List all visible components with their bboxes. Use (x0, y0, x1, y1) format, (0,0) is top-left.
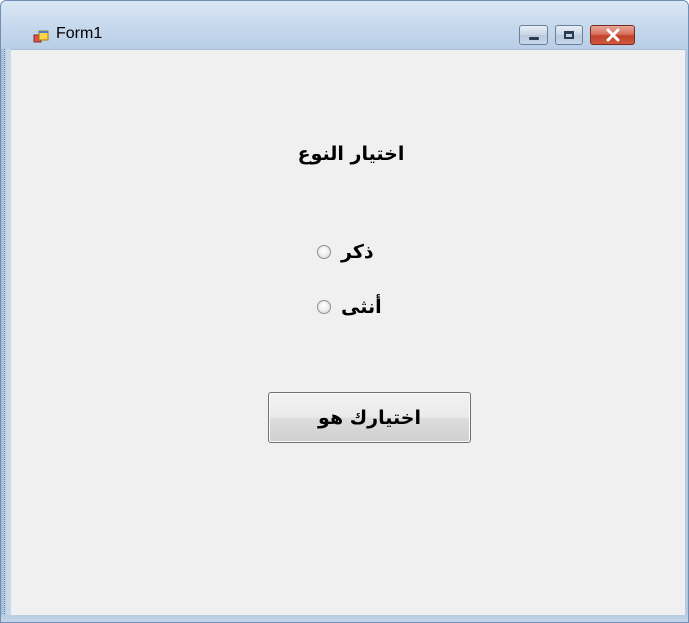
window-frame-edge (4, 1, 6, 622)
gender-heading: اختيار النوع (297, 143, 405, 165)
radio-label-female[interactable]: أنثى (341, 296, 382, 318)
radio-label-male[interactable]: ذكر (341, 241, 374, 263)
radio-option-female[interactable]: أنثى (317, 295, 382, 319)
minimize-icon (529, 37, 539, 40)
maximize-icon (564, 31, 574, 39)
window-bottom-frame (1, 615, 688, 622)
title-bar[interactable]: Form1 (1, 1, 688, 49)
close-button[interactable] (590, 25, 635, 45)
radio-button-female[interactable] (317, 300, 331, 314)
radio-option-male[interactable]: ذكر (317, 240, 374, 264)
app-window: Form1 اختيار النوع ذكر أنثى اختيارك هو (0, 0, 689, 623)
form-client-area: اختيار النوع ذكر أنثى اختيارك هو (11, 49, 685, 616)
minimize-button[interactable] (519, 25, 548, 45)
maximize-button[interactable] (555, 25, 583, 45)
close-icon (606, 26, 620, 44)
your-choice-button[interactable]: اختيارك هو (268, 392, 471, 443)
radio-button-male[interactable] (317, 245, 331, 259)
window-title: Form1 (56, 25, 103, 42)
form-app-icon[interactable] (33, 30, 49, 46)
